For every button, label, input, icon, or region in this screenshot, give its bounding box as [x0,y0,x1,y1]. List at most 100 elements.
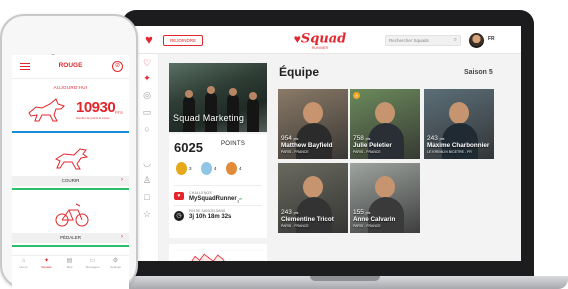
bag-icon[interactable]: □ [141,192,153,202]
section-divider [12,188,129,190]
member-points-value: 954 [281,135,292,142]
member-location: PARIS - FRANCE [281,150,309,154]
member-card[interactable]: 243 pts Maxime Charbonnier LE KREMLIN BI… [424,89,494,159]
brand-name: Squad [300,31,347,47]
chart-point [194,255,196,257]
gold-medal-icon [176,162,187,175]
bronze-medal-icon [226,162,237,175]
member-points-value: 758 [353,135,364,142]
member-points-unit: pts [293,137,299,141]
points-total: 6025 [174,140,203,155]
phone-header: ROUGE ⊘ [12,55,129,79]
star-icon[interactable]: ☆ [141,209,153,219]
shoe-icon[interactable]: ◡ [141,158,153,168]
search-icon[interactable]: ○ [141,124,153,134]
section-divider [12,131,129,133]
member-name: Matthew Bayfield [281,142,333,149]
search-placeholder: Rechercher Squads [389,38,429,43]
member-card[interactable]: 243 pts Clementine Tricot PARIS - FRANCE [278,163,348,233]
tab-label: Map [66,265,73,269]
message-icon[interactable]: ▭ [141,107,153,117]
chart-point [217,254,219,256]
season-label: Saison 5 [464,69,493,76]
tab-home[interactable]: ⌂ Home [12,258,35,269]
compass-icon[interactable]: ⊘ [112,61,123,72]
person-head [185,90,193,98]
laptop-screen: ♥ REJOINDRE ♥Squad RUNNER Rechercher Squ… [135,26,521,261]
message-icon: ▭ [89,258,96,264]
search-icon: ⌕ [453,37,457,43]
member-points-unit: pts [365,137,371,141]
sidebar: ♡ ✦ ◎ ▭ ○ ◡ ♙ □ ☆ [135,54,159,261]
member-points: 243 pts [427,135,444,142]
divider [174,185,262,186]
join-button[interactable]: REJOINDRE [163,35,203,46]
activity-label: COURIR [61,178,80,183]
season-end-timer: 3j 10h 18m 32s [189,214,232,220]
person-head [207,86,215,94]
tab-messages[interactable]: ▭ Messages [81,258,104,269]
member-points: 758 pts [353,135,370,142]
silver-medal-icon [201,162,212,175]
phone-tab-bar: ⌂ Home ✦ Squads ▤ Map ▭ Messages ⚙ Settings [12,255,129,269]
wolf-icon: ✦ [43,258,50,264]
points-subtitle: Nombre de points le même [76,116,110,120]
person-silhouette [247,98,259,132]
brand-logo[interactable]: ♥Squad RUNNER [285,30,355,52]
member-points: 155 pts [353,209,370,216]
activity-chart-card [169,244,267,261]
member-location: PARIS - FRANCE [353,150,381,154]
user-avatar[interactable] [469,33,484,48]
member-points-value: 243 [281,209,292,216]
member-points-unit: pts [365,211,371,215]
member-name: Clementine Tricot [281,216,334,223]
search-input[interactable]: Rechercher Squads ⌕ [385,35,461,46]
member-card[interactable]: 155 pts Anne Calvarin PARIS - FRANCE [350,163,420,233]
member-location: PARIS - FRANCE [281,224,309,228]
top-bar: ♥ REJOINDRE ♥Squad RUNNER Rechercher Squ… [135,26,521,54]
person-head [229,88,237,96]
activity-row-running[interactable]: COURIR › [12,176,129,186]
chevron-right-icon: › [121,177,123,183]
member-points-unit: pts [293,211,299,215]
points-label: POINTS [221,141,246,147]
tab-squads[interactable]: ✦ Squads [35,258,58,269]
member-points-value: 243 [427,135,438,142]
wolf-icon [28,98,65,122]
member-card[interactable]: 954 pts Matthew Bayfield PARIS - FRANCE [278,89,348,159]
squad-profile-photo[interactable]: Squad Marketing [169,63,267,132]
tab-label: Messages [85,265,100,269]
heart-logo-icon[interactable]: ♥ [142,33,156,47]
tab-settings[interactable]: ⚙ Settings [104,258,127,269]
member-head [375,176,395,198]
activity-row-cycling[interactable]: PÉDALER › [12,233,129,243]
phone-screen: ROUGE ⊘ AUJOURD'HUI 10930 PTS Nombre de … [12,55,129,289]
silver-medal-count: 4 [214,166,217,171]
person-head [249,92,257,100]
target-icon[interactable]: ◎ [141,90,153,100]
person-silhouette [205,92,217,132]
cycling-icon [55,203,89,227]
heart-icon[interactable]: ♡ [141,58,153,68]
wolf-icon[interactable]: ✦ [141,73,153,83]
squad-name: Squad Marketing [173,113,245,123]
member-badge: 4 [353,92,360,99]
chart-point [199,259,201,261]
language-selector[interactable]: FR [488,36,495,42]
running-dog-icon [54,148,89,170]
chevron-right-icon: › [121,234,123,240]
tab-label: Settings [110,265,121,269]
gear-icon: ⚙ [112,258,119,264]
member-name: Anne Calvarin [353,216,396,223]
brand-subtitle: RUNNER [311,46,329,50]
trophy-icon[interactable]: ♙ [141,175,153,185]
member-head [303,176,323,198]
chart-point [221,258,223,260]
challenge-name[interactable]: MySquadRunner [189,196,237,202]
brand-heart-icon: ♥ [293,31,301,46]
member-points-unit: pts [439,137,445,141]
tab-map[interactable]: ▤ Map [58,258,81,269]
chart-point [203,253,205,255]
member-card[interactable]: 4 758 pts Julie Peletier PARIS - FRANCE [350,89,420,159]
section-divider [12,245,129,247]
